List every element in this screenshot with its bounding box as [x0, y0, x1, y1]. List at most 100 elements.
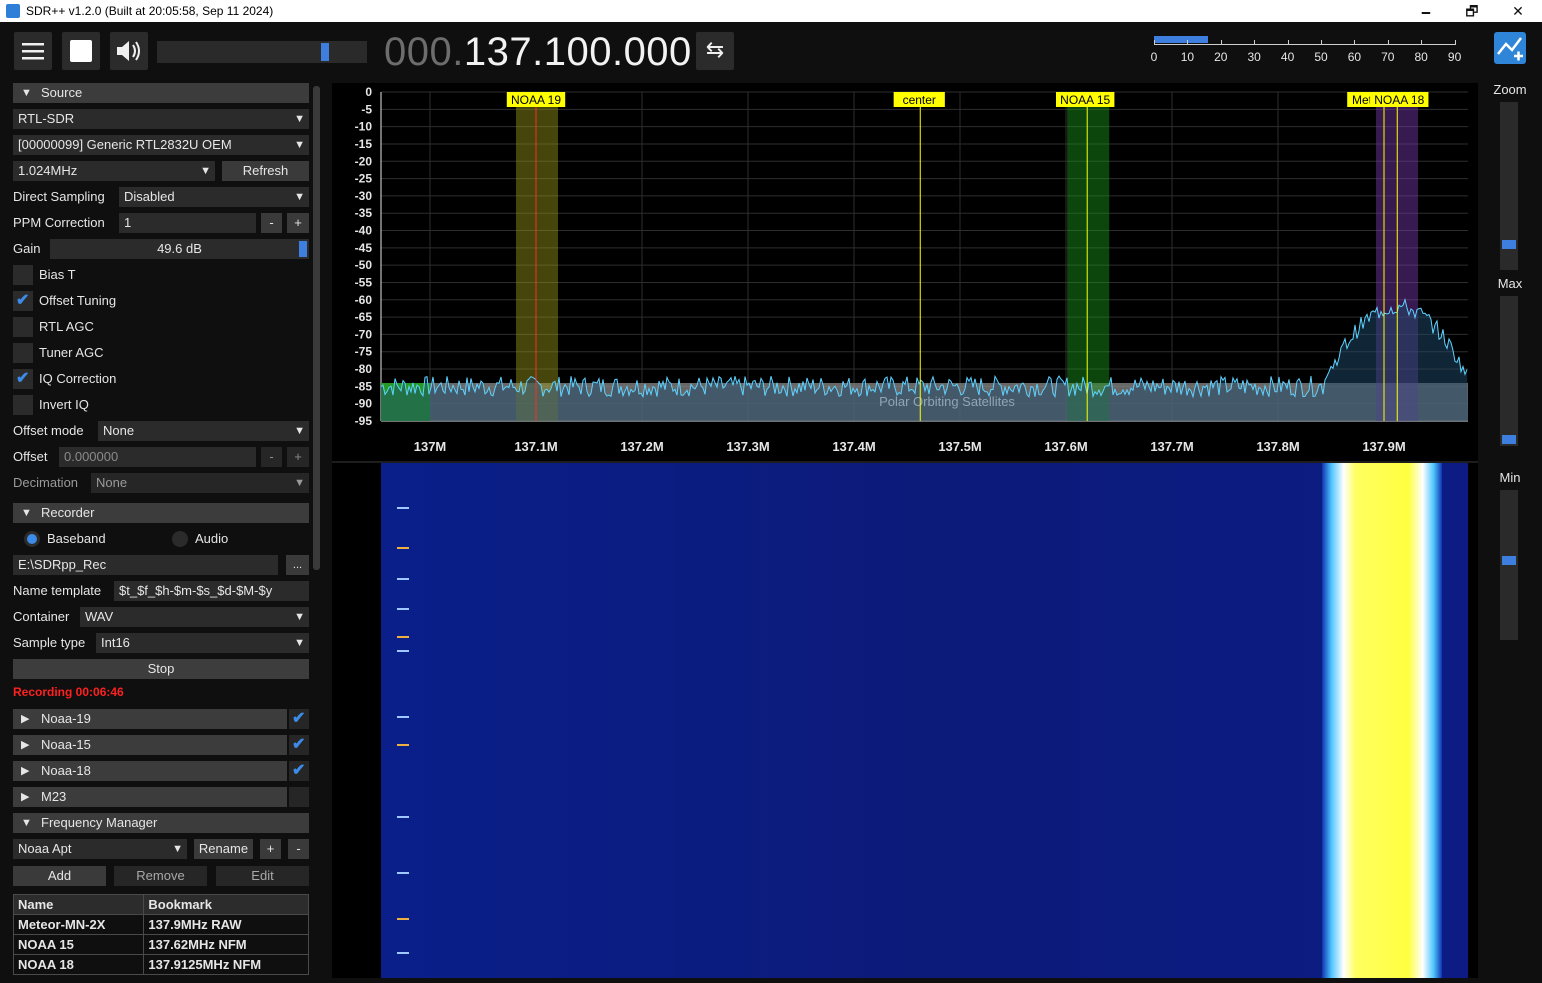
frequency-leading-digits[interactable]: 000.	[384, 30, 464, 74]
iq-correction-checkbox[interactable]: ✔	[13, 369, 33, 389]
top-toolbar: 000.137.100.000 ⇆ 0 10 20 30 40 50 60 70 80 90	[0, 22, 1542, 80]
zoom-slider[interactable]	[1500, 102, 1518, 270]
fft-plot[interactable]: 0 -5 -10 -15 -20 -25 -30 -35 -40 -45 -50 -55 -60 -65 -…	[332, 83, 1478, 463]
ppm-increment-button[interactable]: +	[287, 213, 309, 233]
module-enable-checkbox[interactable]: ✔	[289, 735, 309, 755]
container-label: Container	[13, 609, 70, 624]
freq-tick-label: 137.4M	[832, 439, 875, 454]
table-row[interactable]: Meteor-MN-2X 137.9MHz RAW	[12, 914, 309, 935]
add-list-button[interactable]: +	[260, 839, 281, 859]
name-template-input[interactable]: $t_$f_$h-$m-$s_$d-$M-$y	[114, 581, 309, 601]
module-enable-checkbox[interactable]: ✔	[289, 761, 309, 781]
gain-slider-grab[interactable]	[299, 241, 307, 257]
module-header-m23[interactable]: ▶ M23	[13, 787, 287, 807]
offset-increment-button[interactable]: +	[287, 447, 309, 467]
sdrpp-logo-icon[interactable]	[1494, 32, 1526, 64]
offset-label: Offset	[13, 449, 48, 464]
module-enable-checkbox[interactable]: ✔	[289, 709, 309, 729]
offset-mode-select[interactable]: None ▼	[98, 421, 309, 441]
module-header-noaa-18[interactable]: ▶ Noaa-18	[13, 761, 287, 781]
table-row[interactable]: NOAA 18 137.9125MHz NFM	[12, 954, 309, 975]
recording-path-input[interactable]: E:\SDRpp_Rec	[13, 555, 278, 575]
mute-button[interactable]	[110, 32, 148, 70]
sidebar-scrollbar[interactable]	[313, 86, 320, 570]
zoom-slider-grab[interactable]	[1502, 240, 1516, 250]
frequency-display[interactable]: 000.137.100.000	[384, 30, 692, 75]
volume-slider[interactable]	[157, 41, 367, 63]
maximize-button[interactable]: 🗗	[1449, 0, 1495, 22]
column-name-header[interactable]: Name	[12, 894, 145, 915]
bookmark-freq: 137.9125MHz NFM	[143, 954, 309, 975]
device-select[interactable]: [00000099] Generic RTL2832U OEM ▼	[13, 135, 309, 155]
min-db-slider[interactable]	[1500, 490, 1518, 640]
browse-button[interactable]: ...	[286, 555, 309, 575]
column-bookmark-header[interactable]: Bookmark	[143, 894, 309, 915]
iq-correction-label: IQ Correction	[39, 371, 117, 386]
fft-spectrum[interactable]: 0 -5 -10 -15 -20 -25 -30 -35 -40 -45 -50 -55 -60 -65 -…	[332, 83, 1478, 463]
bookmark-list-select[interactable]: Noaa Apt ▼	[13, 839, 187, 859]
audio-radio[interactable]	[172, 531, 188, 547]
edit-bookmark-button[interactable]: Edit	[216, 866, 309, 886]
recorder-header[interactable]: ▼ Recorder	[13, 503, 309, 523]
direct-sampling-select[interactable]: Disabled ▼	[119, 187, 309, 207]
snr-tick-label: 40	[1280, 50, 1295, 64]
gain-slider[interactable]: 49.6 dB	[50, 239, 309, 259]
frequency-digits[interactable]: 137.100.000	[464, 30, 692, 74]
freq-tick-label: 137.1M	[514, 439, 557, 454]
waterfall-display[interactable]	[332, 463, 1478, 978]
invert-iq-checkbox[interactable]	[13, 395, 33, 415]
close-button[interactable]: ✕	[1495, 0, 1541, 22]
module-header-noaa-19[interactable]: ▶ Noaa-19	[13, 709, 287, 729]
rtl-agc-checkbox[interactable]	[13, 317, 33, 337]
max-slider-grab[interactable]	[1502, 435, 1516, 444]
rtl-agc-label: RTL AGC	[39, 319, 94, 334]
sample-type-select[interactable]: Int16 ▼	[96, 633, 309, 653]
container-select[interactable]: WAV ▼	[80, 607, 309, 627]
db-tick-label: -85	[355, 379, 373, 393]
offset-decrement-button[interactable]: -	[261, 447, 282, 467]
vfo-noaa15-tag: NOAA 15	[1060, 93, 1110, 107]
bookmark-freq: 137.62MHz NFM	[143, 934, 309, 955]
ppm-decrement-button[interactable]: -	[261, 213, 282, 233]
bookmark-table-header: Name Bookmark	[12, 894, 309, 915]
add-bookmark-button[interactable]: Add	[13, 866, 106, 886]
gain-label: Gain	[13, 241, 41, 256]
frequency-manager-header[interactable]: ▼ Frequency Manager	[13, 813, 309, 833]
minimize-button[interactable]: 🗕	[1403, 0, 1449, 22]
snr-tick-label: 10	[1180, 50, 1195, 64]
table-row[interactable]: NOAA 15 137.62MHz NFM	[12, 934, 309, 955]
volume-slider-grab[interactable]	[321, 43, 329, 61]
remove-list-button[interactable]: -	[288, 839, 309, 859]
offset-tuning-checkbox[interactable]: ✔	[13, 291, 33, 311]
swap-icon[interactable]: ⇆	[696, 32, 734, 70]
module-header-noaa-15[interactable]: ▶ Noaa-15	[13, 735, 287, 755]
module-enable-checkbox[interactable]	[289, 787, 309, 807]
offset-input[interactable]: 0.000000	[59, 447, 256, 467]
refresh-button[interactable]: Refresh	[222, 161, 309, 181]
snr-meter: 0 10 20 30 40 50 60 70 80 90	[1151, 36, 1461, 70]
record-stop-button[interactable]: Stop	[13, 659, 309, 679]
snr-tick-label: 60	[1347, 50, 1362, 64]
vfo-noaa18-tag: NOAA 18	[1374, 93, 1424, 107]
decimation-select[interactable]: None ▼	[91, 473, 309, 493]
zoom-label: Zoom	[1493, 82, 1527, 97]
source-header[interactable]: ▼ Source	[13, 83, 309, 103]
bookmark-name: NOAA 15	[12, 934, 145, 955]
db-tick-label: -25	[355, 172, 373, 186]
device-type-select[interactable]: RTL-SDR ▼	[13, 109, 309, 129]
play-stop-button[interactable]	[62, 32, 100, 70]
baseband-radio[interactable]	[24, 531, 40, 547]
samplerate-select[interactable]: 1.024MHz ▼	[13, 161, 215, 181]
remove-bookmark-button[interactable]: Remove	[114, 866, 207, 886]
ppm-correction-input[interactable]: 1	[119, 213, 256, 233]
menu-button[interactable]	[14, 32, 52, 70]
bias-t-checkbox[interactable]	[13, 265, 33, 285]
bookmark-name: NOAA 18	[12, 954, 145, 975]
snr-tick-label: 50	[1314, 50, 1328, 64]
min-slider-grab[interactable]	[1502, 556, 1516, 565]
rename-list-button[interactable]: Rename	[194, 839, 253, 859]
max-db-slider[interactable]	[1500, 296, 1518, 446]
vfo-band-noaa15	[1067, 92, 1110, 421]
waterfall-plot[interactable]	[332, 463, 1478, 978]
tuner-agc-checkbox[interactable]	[13, 343, 33, 363]
